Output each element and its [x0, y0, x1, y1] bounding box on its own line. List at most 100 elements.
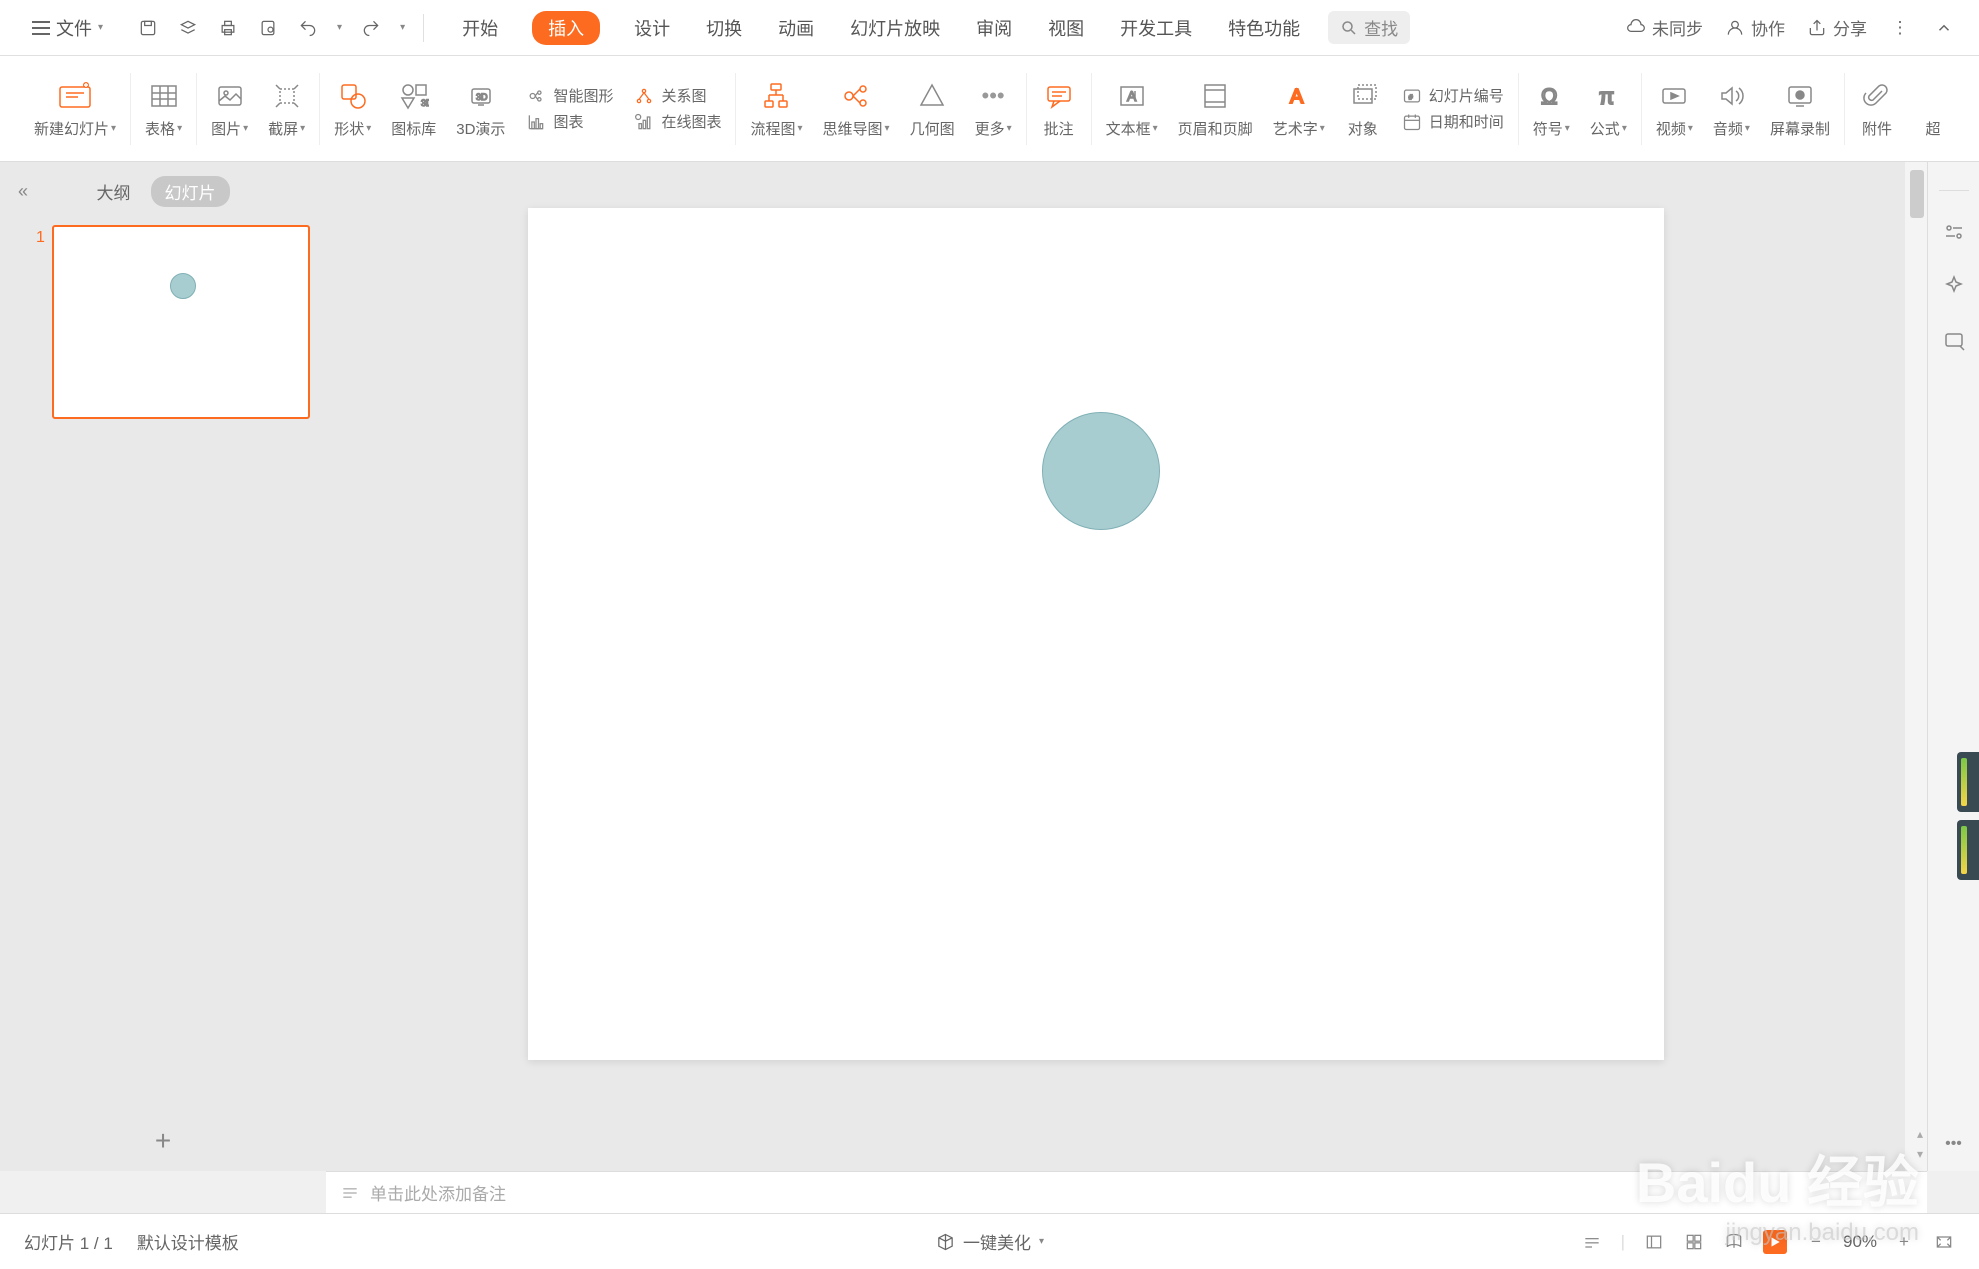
image-icon [212, 78, 248, 114]
mindmap-button[interactable]: 思维导图▾ [813, 78, 900, 139]
thumb-circle-shape [170, 273, 196, 299]
attachment-button[interactable]: 附件 [1849, 78, 1905, 139]
screen-record-button[interactable]: 屏幕录制 [1760, 78, 1840, 139]
reading-view-icon[interactable] [1723, 1231, 1745, 1253]
more-button[interactable]: ••• 更多▾ [965, 78, 1022, 139]
save-icon[interactable] [137, 17, 159, 39]
comment-button[interactable]: 批注 [1031, 78, 1087, 139]
search-box[interactable]: 查找 [1328, 11, 1410, 44]
tab-home[interactable]: 开始 [460, 11, 500, 45]
icon-library-button[interactable]: 3D 图标库 [381, 78, 446, 139]
scrollbar-thumb[interactable] [1910, 170, 1924, 218]
tab-devtools[interactable]: 开发工具 [1118, 11, 1194, 45]
thumb-number: 1 [36, 229, 45, 247]
add-slide-button[interactable]: + [155, 1125, 171, 1157]
smart-graphic-button[interactable]: 智能图形 [525, 85, 613, 107]
file-menu-button[interactable]: 文件 ▾ [24, 11, 111, 45]
tab-design[interactable]: 设计 [632, 11, 672, 45]
textbox-button[interactable]: A 文本框▾ [1096, 78, 1168, 139]
template-name: 默认设计模板 [137, 1229, 239, 1254]
new-slide-button[interactable]: 新建幻灯片▾ [24, 78, 126, 139]
separator [319, 73, 320, 145]
table-button[interactable]: 表格▾ [135, 78, 192, 139]
scroll-up-icon[interactable]: ▴ [1917, 1127, 1923, 1141]
3d-presentation-button[interactable]: 3D 3D演示 [446, 78, 515, 139]
slide-number-button[interactable]: #幻灯片编号 [1401, 85, 1504, 107]
date-time-button[interactable]: 日期和时间 [1401, 111, 1504, 133]
tab-features[interactable]: 特色功能 [1226, 11, 1302, 45]
symbol-button[interactable]: Ω 符号▾ [1523, 78, 1580, 139]
fit-to-window-icon[interactable] [1933, 1231, 1955, 1253]
collaborate-button[interactable]: 协作 [1725, 15, 1785, 40]
vertical-scrollbar[interactable]: ▴ ▾ [1905, 162, 1927, 1171]
side-handle-2[interactable] [1957, 820, 1979, 880]
settings-icon[interactable] [1941, 219, 1967, 245]
sync-status[interactable]: 未同步 [1626, 15, 1703, 40]
side-handle-1[interactable] [1957, 752, 1979, 812]
equation-button[interactable]: π 公式▾ [1580, 78, 1637, 139]
more-menu-icon[interactable]: ⋮ [1889, 17, 1911, 39]
flowchart-button[interactable]: 流程图▾ [740, 78, 812, 139]
chart-button[interactable]: 图表 [525, 111, 583, 133]
notes-placeholder: 单击此处添加备注 [370, 1180, 506, 1205]
separator [1844, 73, 1845, 145]
redo-icon[interactable] [360, 17, 382, 39]
overflow-button[interactable]: 超 [1905, 78, 1951, 139]
screenshot-button[interactable]: 截屏▾ [258, 78, 315, 139]
tab-view[interactable]: 视图 [1046, 11, 1086, 45]
geometry-button[interactable]: 几何图 [900, 78, 965, 139]
print-icon[interactable] [217, 17, 239, 39]
shape-button[interactable]: 形状▾ [324, 78, 381, 139]
zoom-in-icon[interactable]: + [1893, 1231, 1915, 1253]
print-preview-icon[interactable] [257, 17, 279, 39]
sorter-view-icon[interactable] [1683, 1231, 1705, 1253]
audio-button[interactable]: 音频▾ [1703, 78, 1760, 139]
notes-bar[interactable]: 单击此处添加备注 [326, 1171, 1927, 1213]
slideshow-view-icon[interactable] [1763, 1230, 1787, 1254]
beautify-button[interactable]: 一键美化 ▾ [935, 1229, 1044, 1254]
video-button[interactable]: 视频▾ [1646, 78, 1703, 139]
table-label: 表格 [145, 118, 175, 139]
tab-insert[interactable]: 插入 [532, 11, 600, 45]
slide-canvas[interactable] [528, 208, 1664, 1060]
flowchart-label: 流程图 [750, 118, 795, 139]
share-button[interactable]: 分享 [1807, 15, 1867, 40]
object-button[interactable]: 对象 [1335, 78, 1391, 139]
more-label: 更多 [975, 118, 1005, 139]
relation-button[interactable]: 关系图 [633, 85, 706, 107]
svg-text:Ω: Ω [1541, 84, 1557, 109]
collapse-ribbon-icon[interactable] [1933, 17, 1955, 39]
image-button[interactable]: 图片▾ [201, 78, 258, 139]
outline-tab[interactable]: 大纲 [97, 179, 131, 204]
undo-icon[interactable] [297, 17, 319, 39]
save-as-icon[interactable] [177, 17, 199, 39]
slide-thumbnail-1[interactable] [52, 225, 310, 419]
tab-animation[interactable]: 动画 [776, 11, 816, 45]
tab-slideshow[interactable]: 幻灯片放映 [848, 11, 942, 45]
tab-review[interactable]: 审阅 [974, 11, 1014, 45]
header-footer-button[interactable]: 页眉和页脚 [1168, 78, 1263, 139]
collapse-panel-icon[interactable]: « [18, 181, 28, 202]
tab-transition[interactable]: 切换 [704, 11, 744, 45]
online-chart-button[interactable]: 在线图表 [633, 111, 721, 133]
number-date-stack: #幻灯片编号 日期和时间 [1391, 85, 1514, 133]
scroll-down-icon[interactable]: ▾ [1917, 1147, 1923, 1161]
wordart-button[interactable]: A 艺术字▾ [1263, 78, 1335, 139]
comment-icon [1041, 78, 1077, 114]
magic-icon[interactable] [1941, 273, 1967, 299]
mindmap-label: 思维导图 [823, 118, 883, 139]
redo-dropdown-icon[interactable]: ▾ [400, 22, 405, 33]
slides-tab[interactable]: 幻灯片 [151, 176, 230, 207]
more-options-icon[interactable]: ••• [1941, 1131, 1967, 1157]
template-icon[interactable] [1941, 327, 1967, 353]
zoom-out-icon[interactable]: − [1805, 1231, 1827, 1253]
slide-number-label: 幻灯片编号 [1429, 85, 1504, 106]
canvas-area[interactable]: ▴ ▾ [326, 162, 1927, 1171]
circle-shape[interactable] [1042, 412, 1160, 530]
video-label: 视频 [1656, 118, 1686, 139]
normal-view-icon[interactable] [1643, 1231, 1665, 1253]
zoom-level[interactable]: 90% [1835, 1232, 1885, 1252]
undo-dropdown-icon[interactable]: ▾ [337, 22, 342, 33]
slide-indicator: 幻灯片 1 / 1 [24, 1229, 113, 1254]
notes-toggle-icon[interactable] [1581, 1231, 1603, 1253]
